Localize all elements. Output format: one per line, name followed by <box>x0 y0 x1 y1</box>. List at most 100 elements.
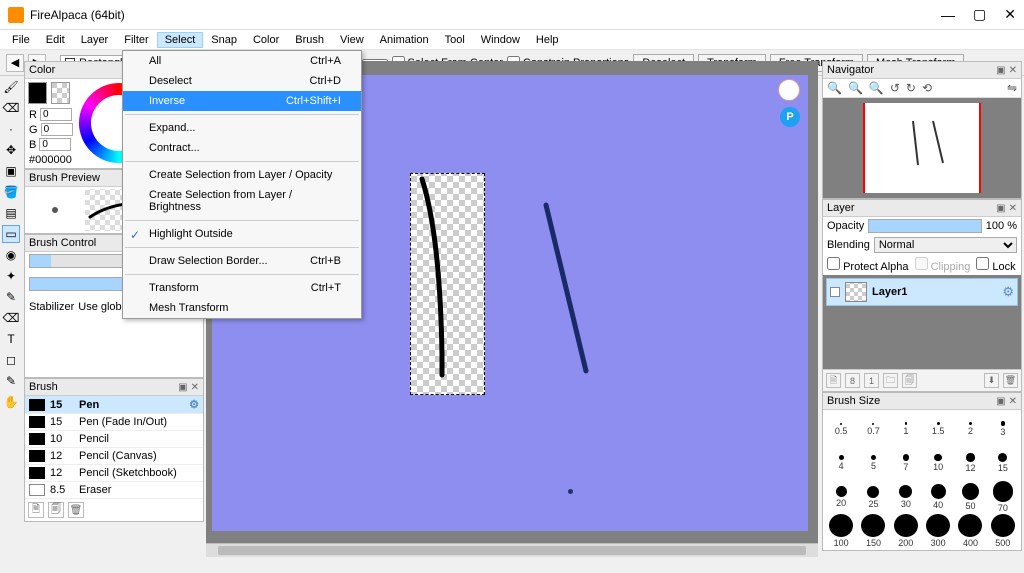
brush-row[interactable]: 15Pen⚙ <box>25 396 203 414</box>
brush-row[interactable]: 15Pen (Fade In/Out) <box>25 414 203 431</box>
menu-view[interactable]: View <box>332 32 372 48</box>
menu-item-deselect[interactable]: DeselectCtrl+D <box>123 71 361 91</box>
brush-size-200[interactable]: 200 <box>890 514 922 548</box>
brush-size-15[interactable]: 15 <box>987 446 1019 480</box>
b-input[interactable] <box>39 138 71 151</box>
brush-size-1.5[interactable]: 1.5 <box>922 412 954 446</box>
gear-icon[interactable]: ⚙ <box>1002 284 1014 300</box>
brush-row[interactable]: 8.5Eraser <box>25 482 203 499</box>
visibility-toggle[interactable] <box>830 287 840 297</box>
menu-item-inverse[interactable]: InverseCtrl+Shift+I <box>123 91 361 111</box>
new-layer-8bit-button[interactable]: 8 <box>845 373 860 388</box>
brush-size-12[interactable]: 12 <box>954 446 986 480</box>
fill-tool[interactable]: ▣ <box>2 162 20 180</box>
brush-size-4[interactable]: 4 <box>825 446 857 480</box>
lock-checkbox[interactable]: Lock <box>976 257 1015 273</box>
delete-layer-button[interactable]: 🗑 <box>1003 373 1018 388</box>
brush-size-10[interactable]: 10 <box>922 446 954 480</box>
merge-button[interactable]: ⬇ <box>984 373 999 388</box>
duplicate-layer-button[interactable]: 🗐 <box>902 373 917 388</box>
new-folder-button[interactable]: 🗀 <box>883 373 898 388</box>
menu-item-highlight-outside[interactable]: Highlight Outside <box>123 224 361 244</box>
menu-window[interactable]: Window <box>473 32 528 48</box>
rotate-left-icon[interactable]: ↺ <box>890 81 900 95</box>
brush-size-50[interactable]: 50 <box>954 480 986 514</box>
reset-rotation-icon[interactable]: ⟲ <box>922 81 932 95</box>
brush-row[interactable]: 12Pencil (Sketchbook) <box>25 465 203 482</box>
brush-size-40[interactable]: 40 <box>922 480 954 514</box>
hand-tool[interactable]: ✋ <box>2 393 20 411</box>
close-button[interactable]: ✕ <box>1004 6 1016 23</box>
menu-color[interactable]: Color <box>245 32 287 48</box>
g-input[interactable] <box>41 123 73 136</box>
pixiv-badge-icon[interactable]: P <box>780 107 800 127</box>
eraser-tool[interactable]: ⌫ <box>2 99 20 117</box>
object-tool[interactable]: ◻ <box>2 351 20 369</box>
magic-wand-tool[interactable]: ✦ <box>2 267 20 285</box>
new-brush-button[interactable]: 🗎 <box>28 502 44 518</box>
maximize-button[interactable]: ▢ <box>973 6 986 23</box>
brush-size-20[interactable]: 20 <box>825 480 857 514</box>
zoom-out-icon[interactable]: 🔍 <box>827 81 842 95</box>
brush-size-150[interactable]: 150 <box>857 514 889 548</box>
blending-select[interactable]: Normal <box>874 237 1017 253</box>
gradient-tool[interactable]: ▤ <box>2 204 20 222</box>
menu-layer[interactable]: Layer <box>73 32 117 48</box>
brush-tool[interactable]: 🖌 <box>2 78 20 96</box>
menu-help[interactable]: Help <box>528 32 567 48</box>
fit-icon[interactable]: 🔍 <box>869 81 884 95</box>
menu-item-create-selection-from-layer-opacity[interactable]: Create Selection from Layer / Opacity <box>123 165 361 185</box>
layer-row[interactable]: Layer1 ⚙ <box>826 278 1018 306</box>
brush-size-3[interactable]: 3 <box>987 412 1019 446</box>
menu-file[interactable]: File <box>4 32 38 48</box>
bucket-tool[interactable]: 🪣 <box>2 183 20 201</box>
brush-size-25[interactable]: 25 <box>857 480 889 514</box>
select-tool[interactable]: ▭ <box>2 225 20 243</box>
brush-size-0.5[interactable]: 0.5 <box>825 412 857 446</box>
zoom-in-icon[interactable]: 🔍 <box>848 81 863 95</box>
brush-size-500[interactable]: 500 <box>987 514 1019 548</box>
brush-size-2[interactable]: 2 <box>954 412 986 446</box>
move-tool[interactable]: ✥ <box>2 141 20 159</box>
menu-brush[interactable]: Brush <box>287 32 332 48</box>
brush-size-70[interactable]: 70 <box>987 480 1019 514</box>
dot-brush-tool[interactable]: · <box>2 120 20 138</box>
lasso-tool[interactable]: ◉ <box>2 246 20 264</box>
minimize-button[interactable]: — <box>941 7 955 23</box>
menu-item-contract-[interactable]: Contract... <box>123 138 361 158</box>
menu-tool[interactable]: Tool <box>437 32 473 48</box>
eyedropper-tool[interactable]: ✎ <box>2 372 20 390</box>
clipping-checkbox[interactable]: Clipping <box>915 257 971 273</box>
r-input[interactable] <box>40 108 72 121</box>
layer-opacity-slider[interactable] <box>868 219 982 233</box>
brush-row[interactable]: 10Pencil <box>25 431 203 448</box>
navigator-preview[interactable] <box>823 98 1021 198</box>
background-swatch[interactable] <box>51 82 70 104</box>
menu-edit[interactable]: Edit <box>38 32 73 48</box>
alpaca-mascot-icon[interactable] <box>778 79 800 101</box>
menu-item-all[interactable]: AllCtrl+A <box>123 51 361 71</box>
menu-snap[interactable]: Snap <box>203 32 245 48</box>
menu-item-transform[interactable]: TransformCtrl+T <box>123 278 361 298</box>
brush-size-30[interactable]: 30 <box>890 480 922 514</box>
menu-item-mesh-transform[interactable]: Mesh Transform <box>123 298 361 318</box>
brush-size-5[interactable]: 5 <box>857 446 889 480</box>
delete-brush-button[interactable]: 🗑 <box>68 502 84 518</box>
brush-size-400[interactable]: 400 <box>954 514 986 548</box>
duplicate-brush-button[interactable]: 🗐 <box>48 502 64 518</box>
brush-size-7[interactable]: 7 <box>890 446 922 480</box>
select-pen-tool[interactable]: ✎ <box>2 288 20 306</box>
select-eraser-tool[interactable]: ⌫ <box>2 309 20 327</box>
menu-select[interactable]: Select <box>157 32 204 48</box>
nav-back-button[interactable]: ◀ <box>6 54 24 72</box>
rotate-right-icon[interactable]: ↻ <box>906 81 916 95</box>
menu-item-expand-[interactable]: Expand... <box>123 118 361 138</box>
foreground-swatch[interactable] <box>28 82 47 104</box>
menu-filter[interactable]: Filter <box>116 32 156 48</box>
brush-size-300[interactable]: 300 <box>922 514 954 548</box>
flip-icon[interactable]: ⇋ <box>1007 81 1017 95</box>
menu-item-create-selection-from-layer-brightness[interactable]: Create Selection from Layer / Brightness <box>123 185 361 217</box>
brush-size-0.7[interactable]: 0.7 <box>857 412 889 446</box>
new-layer-1bit-button[interactable]: 1 <box>864 373 879 388</box>
text-tool[interactable]: T <box>2 330 20 348</box>
